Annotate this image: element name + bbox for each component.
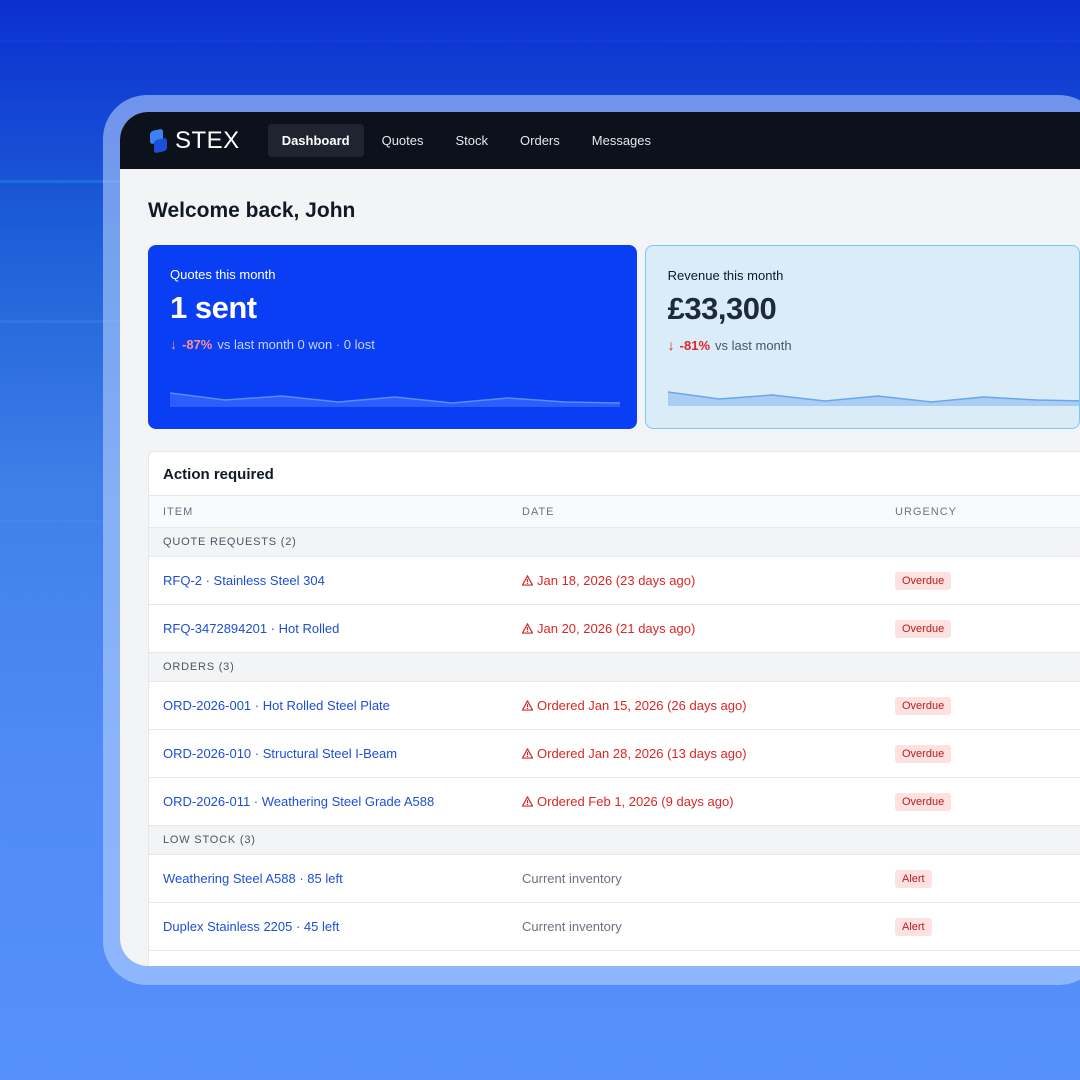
item-link[interactable]: ORD-2026-010 · Structural Steel I-Beam: [149, 746, 522, 761]
stex-logo-icon: [148, 128, 170, 153]
status-badge: Overdue: [895, 619, 952, 638]
column-header-item[interactable]: ITEM: [149, 506, 522, 518]
date-cell: Jan 18, 2026 (23 days ago): [522, 573, 895, 588]
revenue-stat-sub: ↓ -81% vs last month: [668, 337, 1057, 353]
nav-dashboard[interactable]: Dashboard: [267, 124, 364, 157]
table-row[interactable]: ORD-2026-001 · Hot Rolled Steel Plate Or…: [149, 682, 1080, 730]
date-cell: Current inventory: [522, 919, 622, 934]
stats-row: Quotes this month 1 sent ↓ -87% vs last …: [148, 245, 1080, 429]
arrow-down-icon: ↓: [667, 337, 675, 353]
quotes-sub-text: vs last month 0 won · 0 lost: [217, 336, 375, 352]
column-header-date[interactable]: DATE: [522, 506, 895, 518]
table-header: ITEM DATE URGENCY: [149, 496, 1080, 528]
table-row[interactable]: Duplex Stainless 2205 · 45 left Current …: [149, 903, 1080, 951]
quotes-delta: ↓ -87%: [170, 336, 212, 352]
warning-triangle-icon: [522, 700, 533, 711]
table-row[interactable]: RFQ-3472894201 · Hot Rolled Jan 20, 2026…: [149, 605, 1080, 653]
revenue-delta-value: -81%: [679, 337, 711, 353]
page-title: Welcome back, John: [148, 199, 356, 222]
urgency-cell: Overdue: [895, 619, 1080, 638]
quotes-stat-sub: ↓ -87% vs last month 0 won · 0 lost: [170, 336, 615, 352]
urgency-cell: Overdue: [895, 696, 1080, 715]
date-cell: Current inventory: [522, 871, 622, 886]
status-badge: Overdue: [895, 744, 952, 763]
column-header-urgency[interactable]: URGENCY: [895, 506, 1080, 518]
quotes-stat-label: Quotes this month: [170, 267, 276, 282]
quotes-stat-value: 1 sent: [170, 290, 257, 325]
panel-title: Action required: [149, 452, 1080, 496]
urgency-cell: Overdue: [895, 792, 1080, 811]
quotes-stat-card[interactable]: Quotes this month 1 sent ↓ -87% vs last …: [148, 245, 637, 429]
quotes-sparkline: [170, 392, 620, 407]
table-row[interactable]: RFQ-2 · Stainless Steel 304 Jan 18, 2026…: [149, 557, 1080, 605]
revenue-stat-label: Revenue this month: [667, 268, 784, 283]
item-link[interactable]: RFQ-3472894201 · Hot Rolled: [149, 621, 522, 636]
date-cell: Jan 20, 2026 (21 days ago): [522, 621, 895, 636]
status-badge: Overdue: [895, 571, 952, 590]
urgency-cell: Alert: [895, 869, 1080, 888]
brand-name: STEX: [175, 126, 240, 154]
status-badge: Overdue: [895, 696, 952, 715]
group-header-orders: ORDERS (3): [149, 653, 1080, 682]
revenue-stat-value: £33,300: [667, 291, 777, 326]
date-text: Jan 18, 2026 (23 days ago): [537, 573, 696, 588]
brand-logo[interactable]: STEX: [148, 127, 240, 155]
item-link[interactable]: Weathering Steel A588 · 85 left: [149, 871, 522, 886]
revenue-sparkline: [667, 391, 1079, 406]
urgency-cell: Overdue: [895, 571, 1080, 590]
item-link[interactable]: Duplex Stainless 2205 · 45 left: [149, 919, 522, 934]
nav-messages[interactable]: Messages: [578, 124, 665, 157]
revenue-delta: ↓ -81%: [668, 337, 710, 353]
warning-triangle-icon: [522, 748, 533, 759]
date-text: Jan 20, 2026 (21 days ago): [537, 621, 696, 636]
item-link[interactable]: ORD-2026-011 · Weathering Steel Grade A5…: [149, 794, 522, 809]
urgency-cell: Alert: [895, 917, 1080, 936]
warning-triangle-icon: [522, 796, 533, 807]
group-header-quote-requests: QUOTE REQUESTS (2): [149, 528, 1080, 557]
arrow-down-icon: ↓: [170, 336, 177, 352]
status-badge: Alert: [895, 869, 932, 888]
date-cell: Ordered Jan 28, 2026 (13 days ago): [522, 746, 895, 761]
table-row[interactable]: ORD-2026-010 · Structural Steel I-Beam O…: [149, 730, 1080, 778]
date-cell: Ordered Feb 1, 2026 (9 days ago): [522, 794, 895, 809]
table-row-partial[interactable]: [149, 951, 1080, 966]
group-header-low-stock: LOW STOCK (3): [149, 826, 1080, 855]
revenue-stat-card[interactable]: Revenue this month £33,300 ↓ -81% vs las…: [644, 245, 1080, 429]
date-text: Ordered Feb 1, 2026 (9 days ago): [537, 794, 734, 809]
nav-stock[interactable]: Stock: [442, 124, 503, 157]
warning-triangle-icon: [522, 575, 533, 586]
warning-triangle-icon: [522, 623, 533, 634]
date-cell: Ordered Jan 15, 2026 (26 days ago): [522, 698, 895, 713]
urgency-cell: Overdue: [895, 744, 1080, 763]
status-badge: Overdue: [895, 792, 952, 811]
table-row[interactable]: Weathering Steel A588 · 85 left Current …: [149, 855, 1080, 903]
revenue-sub-text: vs last month: [715, 337, 792, 353]
nav-orders[interactable]: Orders: [506, 124, 574, 157]
main-content: Welcome back, John Quotes this month 1 s…: [120, 169, 1080, 966]
table-row[interactable]: ORD-2026-011 · Weathering Steel Grade A5…: [149, 778, 1080, 826]
item-link[interactable]: RFQ-2 · Stainless Steel 304: [149, 573, 522, 588]
app-window: STEX Dashboard Quotes Stock Orders Messa…: [120, 112, 1080, 966]
quotes-delta-value: -87%: [182, 336, 213, 352]
item-link[interactable]: ORD-2026-001 · Hot Rolled Steel Plate: [149, 698, 522, 713]
status-badge: Alert: [895, 917, 932, 936]
action-required-panel: Action required ITEM DATE URGENCY QUOTE …: [148, 451, 1080, 966]
date-text: Ordered Jan 28, 2026 (13 days ago): [537, 746, 747, 761]
date-text: Ordered Jan 15, 2026 (26 days ago): [537, 698, 747, 713]
top-navbar: STEX Dashboard Quotes Stock Orders Messa…: [120, 112, 1080, 169]
nav-quotes[interactable]: Quotes: [368, 124, 438, 157]
